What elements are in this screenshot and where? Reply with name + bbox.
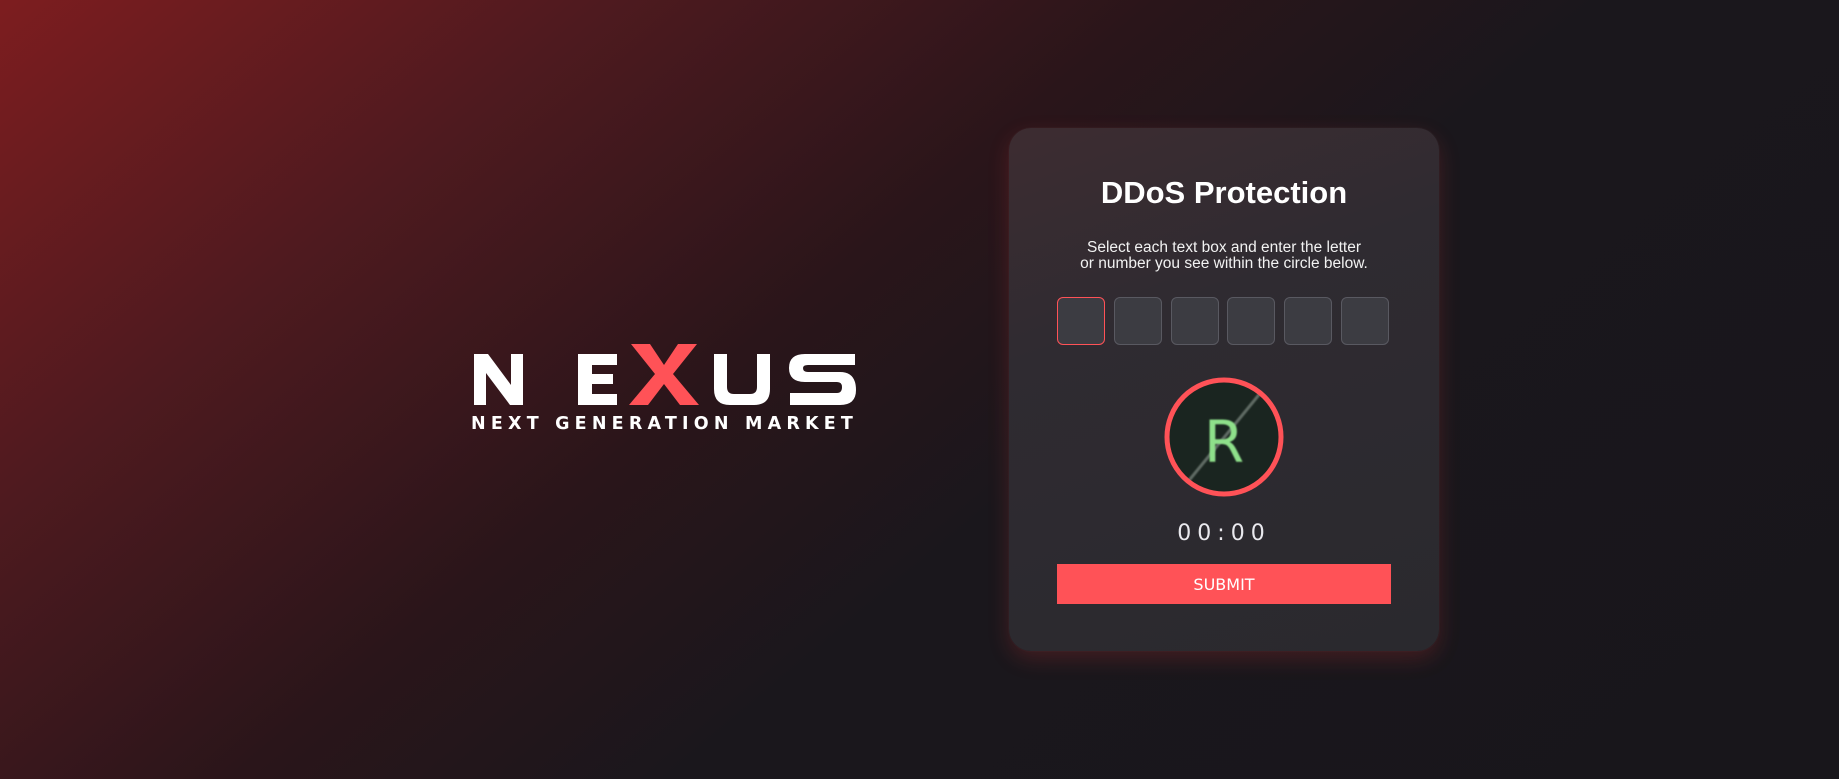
instructions-line-2: or number you see within the circle belo… xyxy=(1080,255,1368,272)
code-input-2[interactable] xyxy=(1114,297,1162,345)
nexus-logo xyxy=(471,343,857,409)
code-input-group xyxy=(1057,297,1391,347)
card-title: DDoS Protection xyxy=(1100,175,1348,210)
instructions-line-1: Select each text box and enter the lette… xyxy=(1086,239,1361,256)
code-input-4[interactable] xyxy=(1227,297,1275,345)
submit-button[interactable]: SUBMIT xyxy=(1057,564,1391,604)
code-input-3[interactable] xyxy=(1171,297,1219,345)
logo-letter-x xyxy=(629,344,699,405)
logo-tagline: NEXT GENERATION MARKET xyxy=(471,414,859,434)
captcha-circle: R xyxy=(1164,377,1284,497)
instructions-text: Select each text box and enter the lette… xyxy=(1009,240,1439,272)
captcha-character: R xyxy=(1204,408,1244,476)
logo-letter-e xyxy=(578,354,617,405)
countdown-timer: 00:00 xyxy=(1177,521,1271,546)
logo-letter-u xyxy=(714,354,770,405)
ddos-protection-card: DDoS Protection Select each text box and… xyxy=(1009,128,1439,651)
code-input-1[interactable] xyxy=(1057,297,1105,345)
code-input-5[interactable] xyxy=(1284,297,1332,345)
logo-letter-n xyxy=(474,354,523,405)
logo-letter-s xyxy=(789,354,856,405)
code-input-6[interactable] xyxy=(1341,297,1389,345)
